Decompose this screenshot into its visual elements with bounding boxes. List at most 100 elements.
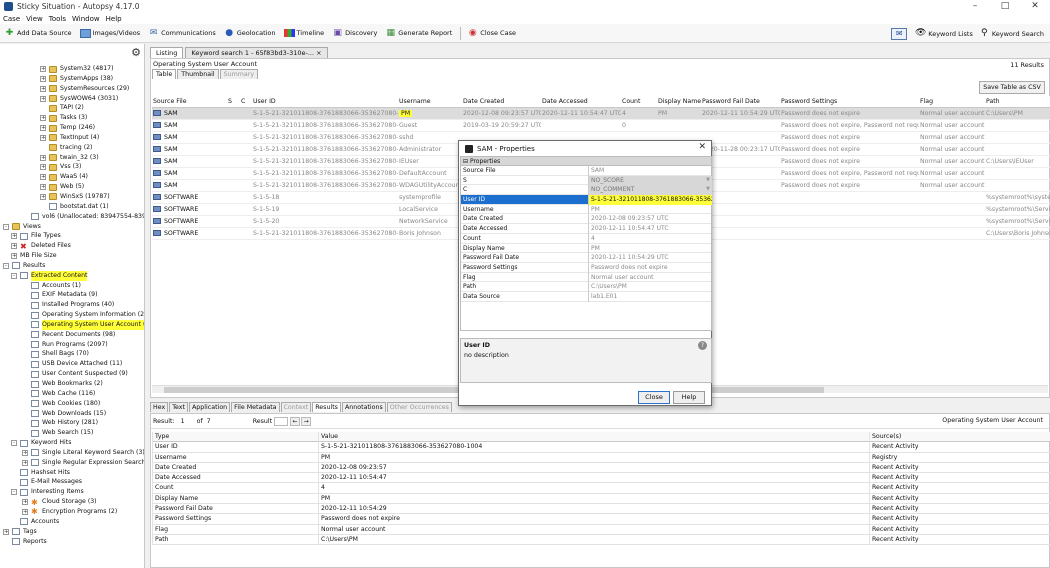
tree-node[interactable]: Shell Bags (70) bbox=[0, 349, 144, 359]
details-row[interactable]: Date Created 2020-12-08 09:23:57 Recent Ac… bbox=[152, 462, 1050, 474]
column-header[interactable]: Count bbox=[622, 96, 657, 108]
tab-application[interactable]: Application bbox=[188, 402, 231, 412]
property-row[interactable]: Count 4 bbox=[461, 233, 711, 244]
expand-icon[interactable]: + bbox=[40, 154, 46, 161]
expand-icon[interactable]: + bbox=[40, 164, 46, 171]
tree-node[interactable]: TAPI (2) bbox=[0, 103, 144, 113]
tree-node[interactable]: tracing (2) bbox=[0, 143, 144, 153]
tree-node[interactable]: Run Programs (2097) bbox=[0, 340, 144, 350]
property-row[interactable]: Flag Normal user account bbox=[461, 272, 711, 283]
tree-node[interactable]: + MB File Size bbox=[0, 251, 144, 261]
menu-tools[interactable]: Tools bbox=[49, 15, 66, 23]
tab-text[interactable]: Text bbox=[169, 402, 188, 412]
tree-node[interactable]: Operating System User Account (11) bbox=[0, 319, 144, 330]
tree-node[interactable]: Web Bookmarks (2) bbox=[0, 379, 144, 389]
expand-icon[interactable]: + bbox=[11, 233, 17, 240]
tree-node[interactable]: Web History (281) bbox=[0, 418, 144, 428]
tree-node[interactable]: Web Downloads (15) bbox=[0, 409, 144, 419]
tree-node[interactable]: Recent Documents (98) bbox=[0, 330, 144, 340]
column-header[interactable]: Password Settings bbox=[781, 96, 919, 108]
keyword-lists-button[interactable]: 👁 Keyword Lists bbox=[915, 28, 973, 39]
tree-node[interactable]: - Views bbox=[0, 222, 144, 232]
details-row[interactable]: Password Fail Date 2020-12-11 10:54:29 Rec… bbox=[152, 504, 1050, 515]
tree-node[interactable]: + Temp (246) bbox=[0, 123, 144, 133]
property-row[interactable]: Password Settings Password does not expir… bbox=[461, 262, 711, 273]
tree-node[interactable]: Web Cookies (180) bbox=[0, 399, 144, 409]
tree-node[interactable]: Accounts bbox=[0, 517, 144, 527]
menu-window[interactable]: Window bbox=[72, 15, 100, 23]
details-row[interactable]: Password Settings Password does not expir… bbox=[152, 514, 1050, 525]
tree-node[interactable]: + Tasks (3) bbox=[0, 113, 144, 123]
add-data-source-button[interactable]: ✚ Add Data Source bbox=[4, 28, 72, 39]
tree-node[interactable]: + Web (5) bbox=[0, 182, 144, 192]
column-header[interactable]: C bbox=[241, 96, 252, 108]
property-row[interactable]: Username PM bbox=[461, 204, 711, 215]
expand-icon[interactable]: + bbox=[40, 85, 46, 92]
tree-node[interactable]: User Content Suspected (9) bbox=[0, 369, 144, 379]
tree-node[interactable]: + File Types bbox=[0, 231, 144, 241]
collapse-icon[interactable]: - bbox=[11, 272, 17, 279]
menu-help[interactable]: Help bbox=[106, 15, 122, 23]
mail-icon[interactable]: ✉ bbox=[891, 27, 908, 40]
next-result-icon[interactable]: → bbox=[301, 416, 312, 426]
tab-thumbnail[interactable]: Thumbnail bbox=[177, 69, 219, 79]
tree-node[interactable]: + WaaS (4) bbox=[0, 172, 144, 182]
tree-node[interactable]: Accounts (1) bbox=[0, 281, 144, 291]
tree-node[interactable]: - Interesting Items bbox=[0, 487, 144, 497]
column-header[interactable]: Password Fail Date bbox=[702, 96, 780, 108]
details-row[interactable]: User ID S-1-5-21-321011808-3761883066-353… bbox=[152, 442, 1050, 453]
tab-context[interactable]: Context bbox=[280, 402, 312, 412]
property-row[interactable]: Date Accessed 2020-12-11 10:54:47 UTC bbox=[461, 224, 711, 234]
tree-node[interactable]: + TextInput (4) bbox=[0, 133, 144, 143]
tree-node[interactable]: + twain_32 (3) bbox=[0, 153, 144, 163]
tree-node[interactable]: + Single Literal Keyword Search (3) bbox=[0, 448, 144, 458]
tree-node[interactable]: Web Cache (116) bbox=[0, 389, 144, 399]
tree-node[interactable]: Installed Programs (40) bbox=[0, 300, 144, 310]
property-row[interactable]: Path C:\Users\PM bbox=[461, 282, 711, 292]
communications-button[interactable]: ✉ Communications bbox=[148, 28, 216, 39]
collapse-icon[interactable]: - bbox=[3, 262, 9, 269]
property-row[interactable]: S NO_SCORE ▼ bbox=[461, 175, 712, 186]
tree-node[interactable]: USB Device Attached (11) bbox=[0, 359, 144, 369]
tab-hex[interactable]: Hex bbox=[150, 402, 169, 412]
tree-node[interactable]: + SysWOW64 (3031) bbox=[0, 94, 144, 104]
details-row[interactable]: Date Accessed 2020-12-11 10:54:47 Recent A… bbox=[152, 473, 1050, 484]
chevron-down-icon[interactable]: ▼ bbox=[706, 185, 710, 195]
result-input[interactable] bbox=[274, 416, 289, 426]
tree-node[interactable]: Operating System Information (2) bbox=[0, 310, 144, 320]
column-header[interactable]: Date Accessed bbox=[542, 96, 621, 108]
collapse-icon[interactable]: - bbox=[11, 489, 17, 496]
expand-icon[interactable]: + bbox=[22, 449, 28, 456]
column-header[interactable]: Date Created bbox=[463, 96, 541, 108]
details-row[interactable]: Path C:\Users\PM Recent Activity bbox=[152, 534, 1050, 546]
column-header[interactable]: Value bbox=[318, 432, 869, 443]
save-table-csv-button[interactable]: Save Table as CSV bbox=[979, 81, 1045, 94]
column-header[interactable]: S bbox=[228, 96, 240, 108]
expand-icon[interactable]: + bbox=[40, 115, 46, 122]
column-header[interactable]: Path bbox=[986, 96, 1050, 108]
tree-node[interactable]: + SystemApps (38) bbox=[0, 74, 144, 84]
tree-node[interactable]: + ✱ Encryption Programs (2) bbox=[0, 507, 144, 517]
property-row[interactable]: Data Source lab1.E01 bbox=[461, 291, 711, 302]
expand-icon[interactable]: + bbox=[40, 184, 46, 191]
tree-node[interactable]: - Extracted Content bbox=[0, 270, 144, 281]
details-row[interactable]: Username PM Registry bbox=[152, 452, 1050, 463]
expand-icon[interactable]: + bbox=[40, 193, 46, 200]
tree-node[interactable]: + ✖ Deleted Files bbox=[0, 241, 144, 251]
minimize-icon[interactable]: – bbox=[960, 0, 990, 13]
tab-file-metadata[interactable]: File Metadata bbox=[231, 402, 280, 412]
help-button[interactable]: Help bbox=[673, 391, 705, 404]
help-icon[interactable]: ? bbox=[698, 341, 707, 350]
expand-icon[interactable]: + bbox=[22, 499, 28, 506]
expand-icon[interactable]: + bbox=[3, 528, 9, 535]
tree-node[interactable]: EXIF Metadata (9) bbox=[0, 290, 144, 300]
expand-icon[interactable]: + bbox=[40, 66, 46, 72]
property-row[interactable]: Source File SAM bbox=[461, 166, 711, 176]
close-tab-icon[interactable]: × bbox=[316, 49, 321, 57]
collapse-icon[interactable]: - bbox=[3, 223, 9, 230]
expand-icon[interactable]: + bbox=[11, 243, 17, 250]
tree-node[interactable]: + System32 (4817) bbox=[0, 64, 144, 74]
properties-section-header[interactable]: ⊟ Properties bbox=[461, 157, 711, 166]
tree-node[interactable]: - Results bbox=[0, 261, 144, 271]
tree-node[interactable]: + Tags bbox=[0, 527, 144, 537]
